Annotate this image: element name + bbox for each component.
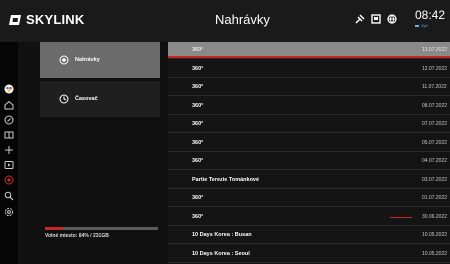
recording-title: 360° [192, 195, 204, 201]
top-bar: SKYLINK Nahrávky 08:42 Vyh [0, 0, 450, 42]
recording-date: 12.07.2022 [422, 65, 448, 72]
recording-date: 05.07.2022 [422, 139, 448, 146]
guide-icon[interactable] [4, 130, 14, 140]
recording-row[interactable]: 360° 11.07.2022 [168, 79, 450, 96]
recording-title: 360° [192, 139, 204, 146]
recordings-icon[interactable] [4, 175, 14, 185]
menu-item-casovac[interactable]: Časovač [40, 81, 160, 117]
menu-item-label: Časovač [75, 96, 98, 102]
status-icons [355, 14, 397, 24]
recording-row[interactable]: 360° 08.07.2022 [168, 98, 450, 115]
satellite-icon [355, 14, 365, 24]
storage-icon [371, 14, 381, 24]
page-title: Nahrávky [215, 12, 270, 27]
recording-row[interactable]: 360° 01.07.2022 [168, 190, 450, 207]
clock-subtext: Vyh [421, 23, 428, 28]
recording-progress-bar [168, 56, 450, 58]
recording-title: 360° [192, 121, 204, 127]
settings-gear-icon[interactable] [4, 207, 14, 217]
play-screen-icon[interactable] [4, 160, 14, 170]
logo-text: SKYLINK [26, 12, 85, 27]
recording-row[interactable]: 360° 07.07.2022 [168, 116, 450, 133]
recording-title: 10 Days Korea : Seoul [192, 250, 250, 257]
side-rail [0, 42, 18, 264]
recording-row[interactable]: 360° 30.06.2022 [168, 209, 450, 226]
storage-used-fill [45, 227, 64, 230]
recording-title: 360° [192, 213, 204, 220]
home-icon[interactable] [4, 100, 14, 110]
record-icon [59, 55, 69, 65]
recording-progress-mark [390, 216, 412, 218]
menu-item-label: Nahrávky [75, 57, 100, 63]
recording-title: 360° [192, 65, 204, 72]
recording-title: 360° [192, 102, 204, 109]
recording-date: 13.07.2022 [422, 47, 448, 53]
recording-title: 360° [192, 47, 204, 53]
recording-date: 07.07.2022 [422, 121, 448, 127]
recording-date: 03.07.2022 [422, 176, 448, 183]
menu-item-nahravky[interactable]: Nahrávky [40, 42, 160, 78]
plus-icon[interactable] [4, 145, 14, 155]
clock-time: 08:42 [415, 8, 446, 22]
storage-bar [45, 227, 158, 230]
app-frame: SKYLINK Nahrávky 08:42 Vyh Nahrávky Časo… [0, 0, 450, 264]
recording-date: 10.05.2022 [422, 232, 448, 238]
recording-title: Partie Terezie Tománkové [192, 176, 260, 183]
globe-icon [387, 14, 397, 24]
recording-title: 360° [192, 158, 204, 164]
recording-date: 11.07.2022 [422, 84, 447, 90]
profile-icon[interactable] [4, 84, 14, 94]
recording-date: 01.07.2022 [422, 195, 448, 201]
recording-row[interactable]: 360° 12.07.2022 [168, 61, 450, 78]
recording-date: 30.06.2022 [422, 213, 448, 220]
skylink-logo-icon [9, 14, 21, 25]
recording-row[interactable]: 360° 13.07.2022 [168, 42, 450, 59]
recording-date: 08.07.2022 [422, 102, 448, 109]
recording-row[interactable]: 10 Days Korea : Busan 10.05.2022 [168, 227, 450, 244]
recording-row[interactable]: 10 Days Korea : Seoul 10.05.2022 [168, 246, 450, 263]
recording-date: 10.05.2022 [422, 250, 448, 257]
recording-row[interactable]: 360° 05.07.2022 [168, 135, 450, 152]
recordings-menu: Nahrávky Časovač [40, 42, 167, 264]
storage-text: Volné miesto: 84% / 231GB [45, 233, 109, 239]
recordings-list: 360° 13.07.2022 360° 12.07.2022 360° 11.07.20… [168, 42, 450, 264]
recording-row[interactable]: Partie Terezie Tománkové 03.07.2022 [168, 172, 450, 189]
skylink-logo: SKYLINK [8, 12, 84, 27]
recording-title: 360° [192, 84, 204, 90]
recording-title: 10 Days Korea : Busan [192, 232, 252, 238]
recording-date: 04.07.2022 [422, 158, 448, 164]
compass-icon[interactable] [4, 115, 14, 125]
recording-row[interactable]: 360° 04.07.2022 [168, 153, 450, 170]
clock-indicator [415, 25, 419, 27]
clock-icon [59, 94, 69, 104]
search-icon[interactable] [4, 191, 14, 201]
